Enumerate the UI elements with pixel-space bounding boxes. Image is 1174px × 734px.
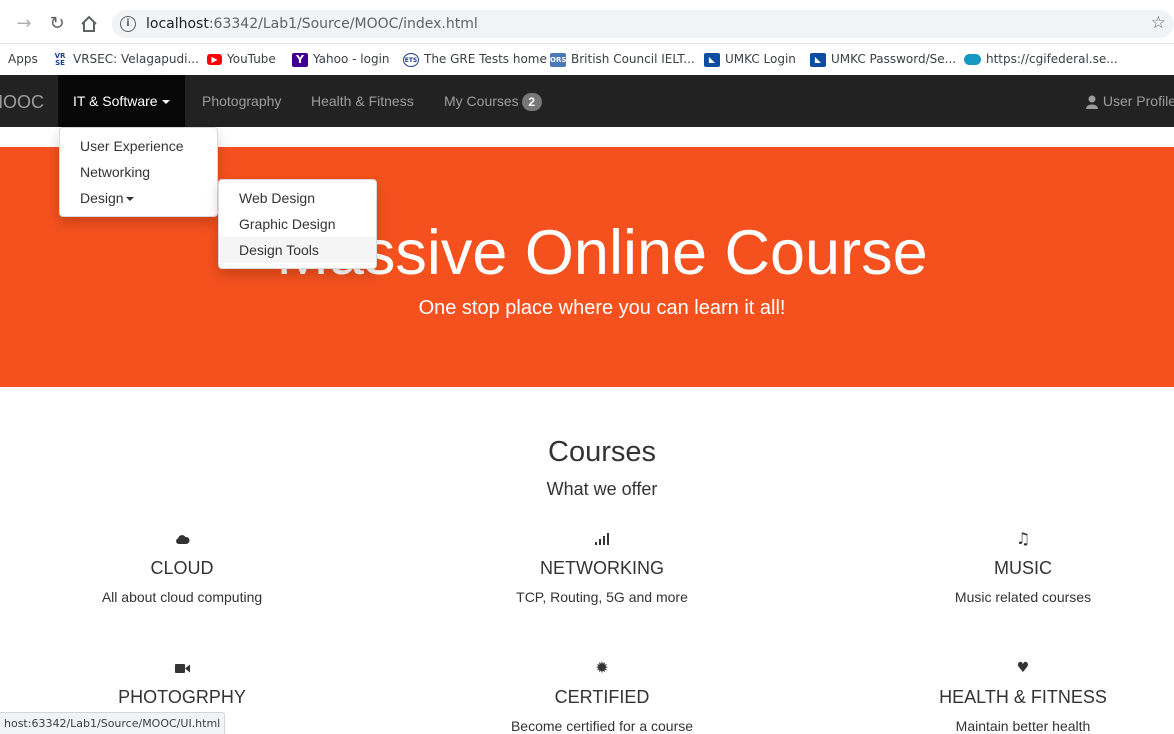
video-camera-icon	[174, 663, 190, 673]
courses-heading: Courses	[548, 436, 656, 468]
ets-icon: ETS	[403, 52, 419, 67]
bookmark-apps[interactable]: Apps	[8, 49, 38, 69]
caret-down-icon	[125, 197, 134, 202]
bookmark-ielts[interactable]: ORS British Council IELT...	[550, 49, 695, 69]
url-text[interactable]: localhost:63342/Lab1/Source/MOOC/index.h…	[146, 16, 478, 32]
bookmark-yahoo[interactable]: Y Yahoo - login	[292, 49, 390, 69]
courses-subheading: What we offer	[546, 479, 658, 499]
youtube-icon: ▶	[207, 54, 222, 65]
course-card-health: ♥ HEALTH & FITNESS Maintain better healt…	[843, 658, 1174, 734]
bookmark-umkc-login[interactable]: ◣ UMKC Login	[704, 49, 796, 69]
certificate-icon: ✹	[595, 658, 609, 677]
nav-health-fitness[interactable]: Health & Fitness	[311, 75, 414, 127]
heart-icon: ♥	[1016, 660, 1030, 676]
hero-title: Massive Online Course	[276, 218, 928, 288]
menu-item-graphic-design[interactable]: Graphic Design	[219, 211, 376, 237]
umkc-icon: ◣	[810, 52, 826, 67]
site-info-icon[interactable]: i	[120, 16, 136, 32]
course-desc: Maintain better health	[955, 718, 1091, 734]
course-title: CERTIFIED	[554, 687, 650, 707]
course-card-networking: NETWORKING TCP, Routing, 5G and more	[422, 529, 782, 605]
bookmark-vrsec[interactable]: VR SE VRSEC: Velagapudi...	[52, 49, 199, 69]
browser-toolbar: → ↻ i localhost:63342/Lab1/Source/MOOC/i…	[0, 0, 1174, 44]
menu-item-networking[interactable]: Networking	[60, 159, 217, 185]
bookmarks-bar: Apps VR SE VRSEC: Velagapudi... ▶ YouTube Y…	[0, 44, 1174, 74]
bookmark-umkc-password[interactable]: ◣ UMKC Password/Se...	[810, 49, 956, 69]
bookmark-star-icon[interactable]: ☆	[1151, 13, 1166, 33]
caret-down-icon	[161, 100, 170, 105]
course-count-badge: 2	[521, 93, 542, 112]
menu-item-design[interactable]: Design	[60, 185, 217, 211]
course-card-cloud: CLOUD All about cloud computing	[2, 529, 362, 605]
salesforce-icon	[964, 54, 981, 65]
link-status-bar: host:63342/Lab1/Source/MOOC/UI.html	[0, 712, 226, 734]
course-title: PHOTOGRPHY	[118, 687, 246, 707]
hero-subtitle: One stop place where you can learn it al…	[418, 297, 786, 319]
bookmark-youtube[interactable]: ▶ YouTube	[207, 49, 276, 69]
nav-photography[interactable]: Photography	[202, 75, 281, 127]
course-card-music: ♫ MUSIC Music related courses	[843, 529, 1174, 606]
course-card-certified: ✹ CERTIFIED Become certified for a cours…	[422, 658, 782, 734]
umkc-icon: ◣	[704, 52, 720, 67]
forward-arrow-icon[interactable]: →	[12, 12, 36, 36]
bookmark-gre[interactable]: ETS The GRE Tests home	[403, 49, 547, 69]
ielts-icon: ORS	[550, 52, 566, 67]
yahoo-icon: Y	[292, 52, 308, 67]
menu-item-design-tools[interactable]: Design Tools	[219, 237, 376, 263]
course-desc: TCP, Routing, 5G and more	[516, 589, 688, 605]
menu-item-web-design[interactable]: Web Design	[219, 185, 376, 211]
course-desc: Become certified for a course	[510, 718, 694, 734]
course-desc: All about cloud computing	[101, 589, 263, 605]
user-icon	[1085, 95, 1098, 110]
bookmark-cgifederal[interactable]: https://cgifederal.se...	[964, 49, 1118, 69]
course-title: HEALTH & FITNESS	[939, 687, 1107, 707]
course-title: MUSIC	[994, 558, 1052, 578]
nav-it-software[interactable]: IT & Software	[58, 75, 185, 127]
music-icon: ♫	[1015, 529, 1031, 548]
signal-icon	[595, 533, 609, 545]
design-submenu: Web Design Graphic Design Design Tools	[218, 179, 377, 269]
menu-item-user-experience[interactable]: User Experience	[60, 133, 217, 159]
nav-my-courses[interactable]: My Courses 2	[444, 75, 542, 127]
nav-user-profile[interactable]: User Profile	[1085, 75, 1174, 127]
vrsec-icon: VR SE	[54, 51, 66, 67]
reload-icon[interactable]: ↻	[45, 12, 69, 36]
cloud-icon	[175, 535, 190, 544]
course-title: CLOUD	[150, 558, 214, 578]
site-navbar: MOOC IT & Software Photography Health & …	[0, 75, 1174, 127]
course-desc: Music related courses	[954, 589, 1092, 605]
brand-logo[interactable]: MOOC	[0, 92, 44, 113]
home-icon[interactable]	[77, 12, 101, 36]
address-bar[interactable]: i localhost:63342/Lab1/Source/MOOC/index…	[112, 10, 1174, 38]
it-software-dropdown: User Experience Networking Design	[59, 127, 218, 217]
course-title: NETWORKING	[540, 558, 664, 578]
